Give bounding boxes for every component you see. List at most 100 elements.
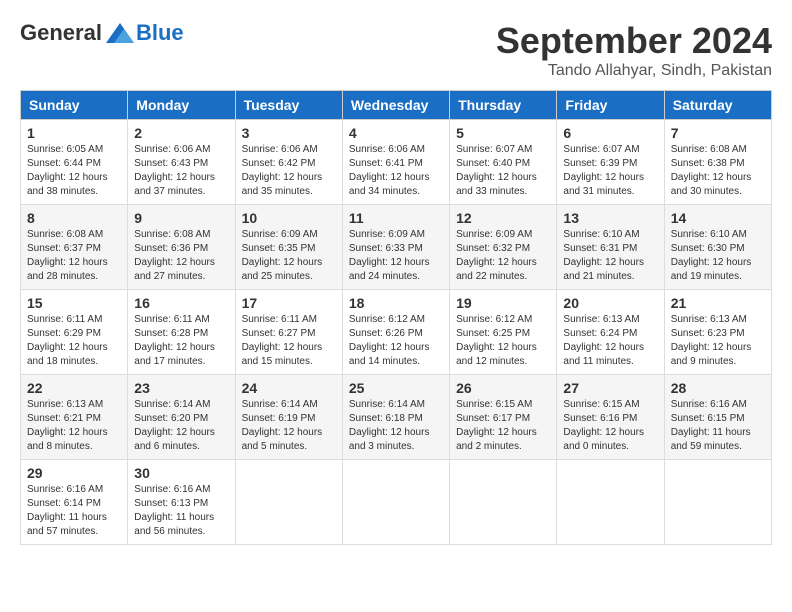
calendar-cell: 24 Sunrise: 6:14 AM Sunset: 6:19 PM Dayli… bbox=[235, 375, 342, 460]
calendar-cell: 17Sunrise: 6:11 AM Sunset: 6:27 PM Dayli… bbox=[235, 290, 342, 375]
calendar-cell: 7 Sunrise: 6:08 AM Sunset: 6:38 PM Daylig… bbox=[664, 120, 771, 205]
calendar-week-2: 8 Sunrise: 6:08 AM Sunset: 6:37 PM Daylig… bbox=[21, 205, 772, 290]
day-number: 23 bbox=[134, 380, 228, 396]
day-info: Sunrise: 6:14 AM Sunset: 6:18 PM Dayligh… bbox=[349, 398, 443, 454]
logo-general-text: General bbox=[20, 20, 102, 46]
day-number: 16 bbox=[134, 295, 228, 311]
calendar-cell: 8 Sunrise: 6:08 AM Sunset: 6:37 PM Daylig… bbox=[21, 205, 128, 290]
weekday-header-thursday: Thursday bbox=[450, 91, 557, 120]
day-info: Sunrise: 6:06 AM Sunset: 6:43 PM Dayligh… bbox=[134, 143, 228, 199]
calendar-cell bbox=[235, 460, 342, 545]
day-number: 11 bbox=[349, 210, 443, 226]
calendar-week-5: 29 Sunrise: 6:16 AM Sunset: 6:14 PM Dayli… bbox=[21, 460, 772, 545]
day-info: Sunrise: 6:09 AM Sunset: 6:33 PM Dayligh… bbox=[349, 228, 443, 284]
day-info: Sunrise: 6:14 AM Sunset: 6:20 PM Dayligh… bbox=[134, 398, 228, 454]
day-number: 30 bbox=[134, 465, 228, 481]
calendar-cell: 5 Sunrise: 6:07 AM Sunset: 6:40 PM Daylig… bbox=[450, 120, 557, 205]
day-info: Sunrise: 6:09 AM Sunset: 6:32 PM Dayligh… bbox=[456, 228, 550, 284]
calendar-cell: 22 Sunrise: 6:13 AM Sunset: 6:21 PM Dayli… bbox=[21, 375, 128, 460]
day-info: Sunrise: 6:15 AM Sunset: 6:16 PM Dayligh… bbox=[563, 398, 657, 454]
logo-icon bbox=[106, 23, 134, 43]
day-info: Sunrise: 6:12 AM Sunset: 6:25 PM Dayligh… bbox=[456, 313, 550, 369]
calendar-cell: 10 Sunrise: 6:09 AM Sunset: 6:35 PM Dayli… bbox=[235, 205, 342, 290]
day-info: Sunrise: 6:16 AM Sunset: 6:13 PM Dayligh… bbox=[134, 483, 228, 539]
day-info: Sunrise: 6:15 AM Sunset: 6:17 PM Dayligh… bbox=[456, 398, 550, 454]
calendar-cell bbox=[664, 460, 771, 545]
location-subtitle: Tando Allahyar, Sindh, Pakistan bbox=[496, 62, 772, 80]
day-number: 12 bbox=[456, 210, 550, 226]
logo-blue-text: Blue bbox=[136, 20, 184, 46]
calendar-cell: 18 Sunrise: 6:12 AM Sunset: 6:26 PM Dayli… bbox=[342, 290, 449, 375]
weekday-header-wednesday: Wednesday bbox=[342, 91, 449, 120]
day-number: 28 bbox=[671, 380, 765, 396]
day-info: Sunrise: 6:10 AM Sunset: 6:30 PM Dayligh… bbox=[671, 228, 765, 284]
calendar-week-3: 15Sunrise: 6:11 AM Sunset: 6:29 PM Dayli… bbox=[21, 290, 772, 375]
day-info: Sunrise: 6:08 AM Sunset: 6:38 PM Dayligh… bbox=[671, 143, 765, 199]
day-info: Sunrise: 6:08 AM Sunset: 6:36 PM Dayligh… bbox=[134, 228, 228, 284]
day-info: Sunrise: 6:16 AM Sunset: 6:15 PM Dayligh… bbox=[671, 398, 765, 454]
day-number: 4 bbox=[349, 125, 443, 141]
calendar-cell: 4 Sunrise: 6:06 AM Sunset: 6:41 PM Daylig… bbox=[342, 120, 449, 205]
day-info: Sunrise: 6:08 AM Sunset: 6:37 PM Dayligh… bbox=[27, 228, 121, 284]
day-number: 24 bbox=[242, 380, 336, 396]
day-number: 1 bbox=[27, 125, 121, 141]
day-number: 8 bbox=[27, 210, 121, 226]
day-info: Sunrise: 6:05 AM Sunset: 6:44 PM Dayligh… bbox=[27, 143, 121, 199]
weekday-header-friday: Friday bbox=[557, 91, 664, 120]
calendar-cell: 1 Sunrise: 6:05 AM Sunset: 6:44 PM Daylig… bbox=[21, 120, 128, 205]
day-info: Sunrise: 6:13 AM Sunset: 6:24 PM Dayligh… bbox=[563, 313, 657, 369]
day-number: 18 bbox=[349, 295, 443, 311]
calendar-cell: 20 Sunrise: 6:13 AM Sunset: 6:24 PM Dayli… bbox=[557, 290, 664, 375]
day-info: Sunrise: 6:07 AM Sunset: 6:40 PM Dayligh… bbox=[456, 143, 550, 199]
calendar-cell: 2 Sunrise: 6:06 AM Sunset: 6:43 PM Daylig… bbox=[128, 120, 235, 205]
day-number: 29 bbox=[27, 465, 121, 481]
calendar-cell: 9 Sunrise: 6:08 AM Sunset: 6:36 PM Daylig… bbox=[128, 205, 235, 290]
logo: General Blue bbox=[20, 20, 184, 46]
calendar-cell: 27 Sunrise: 6:15 AM Sunset: 6:16 PM Dayli… bbox=[557, 375, 664, 460]
day-info: Sunrise: 6:09 AM Sunset: 6:35 PM Dayligh… bbox=[242, 228, 336, 284]
day-info: Sunrise: 6:10 AM Sunset: 6:31 PM Dayligh… bbox=[563, 228, 657, 284]
calendar-cell: 3Sunrise: 6:06 AM Sunset: 6:42 PM Daylig… bbox=[235, 120, 342, 205]
month-title: September 2024 bbox=[496, 20, 772, 62]
day-info: Sunrise: 6:06 AM Sunset: 6:42 PM Dayligh… bbox=[242, 143, 336, 199]
calendar-cell: 25Sunrise: 6:14 AM Sunset: 6:18 PM Dayli… bbox=[342, 375, 449, 460]
day-number: 7 bbox=[671, 125, 765, 141]
day-number: 6 bbox=[563, 125, 657, 141]
day-info: Sunrise: 6:12 AM Sunset: 6:26 PM Dayligh… bbox=[349, 313, 443, 369]
day-number: 21 bbox=[671, 295, 765, 311]
calendar-cell: 29 Sunrise: 6:16 AM Sunset: 6:14 PM Dayli… bbox=[21, 460, 128, 545]
day-number: 10 bbox=[242, 210, 336, 226]
day-number: 27 bbox=[563, 380, 657, 396]
calendar-cell bbox=[342, 460, 449, 545]
weekday-header-sunday: Sunday bbox=[21, 91, 128, 120]
calendar-cell: 12 Sunrise: 6:09 AM Sunset: 6:32 PM Dayli… bbox=[450, 205, 557, 290]
weekday-header-tuesday: Tuesday bbox=[235, 91, 342, 120]
day-number: 9 bbox=[134, 210, 228, 226]
calendar-cell: 13 Sunrise: 6:10 AM Sunset: 6:31 PM Dayli… bbox=[557, 205, 664, 290]
day-number: 17 bbox=[242, 295, 336, 311]
day-info: Sunrise: 6:13 AM Sunset: 6:21 PM Dayligh… bbox=[27, 398, 121, 454]
calendar-week-4: 22 Sunrise: 6:13 AM Sunset: 6:21 PM Dayli… bbox=[21, 375, 772, 460]
weekday-header-saturday: Saturday bbox=[664, 91, 771, 120]
calendar-cell: 6 Sunrise: 6:07 AM Sunset: 6:39 PM Daylig… bbox=[557, 120, 664, 205]
calendar-cell: 11 Sunrise: 6:09 AM Sunset: 6:33 PM Dayli… bbox=[342, 205, 449, 290]
weekday-header-monday: Monday bbox=[128, 91, 235, 120]
calendar-table: SundayMondayTuesdayWednesdayThursdayFrid… bbox=[20, 90, 772, 545]
calendar-cell bbox=[450, 460, 557, 545]
day-info: Sunrise: 6:07 AM Sunset: 6:39 PM Dayligh… bbox=[563, 143, 657, 199]
day-info: Sunrise: 6:14 AM Sunset: 6:19 PM Dayligh… bbox=[242, 398, 336, 454]
day-number: 20 bbox=[563, 295, 657, 311]
calendar-cell: 21 Sunrise: 6:13 AM Sunset: 6:23 PM Dayli… bbox=[664, 290, 771, 375]
calendar-cell: 23 Sunrise: 6:14 AM Sunset: 6:20 PM Dayli… bbox=[128, 375, 235, 460]
page-header: General Blue September 2024 Tando Allahy… bbox=[20, 20, 772, 80]
day-number: 22 bbox=[27, 380, 121, 396]
day-number: 26 bbox=[456, 380, 550, 396]
day-info: Sunrise: 6:13 AM Sunset: 6:23 PM Dayligh… bbox=[671, 313, 765, 369]
day-number: 2 bbox=[134, 125, 228, 141]
day-number: 5 bbox=[456, 125, 550, 141]
day-info: Sunrise: 6:16 AM Sunset: 6:14 PM Dayligh… bbox=[27, 483, 121, 539]
day-number: 13 bbox=[563, 210, 657, 226]
day-info: Sunrise: 6:06 AM Sunset: 6:41 PM Dayligh… bbox=[349, 143, 443, 199]
calendar-cell bbox=[557, 460, 664, 545]
calendar-cell: 26 Sunrise: 6:15 AM Sunset: 6:17 PM Dayli… bbox=[450, 375, 557, 460]
